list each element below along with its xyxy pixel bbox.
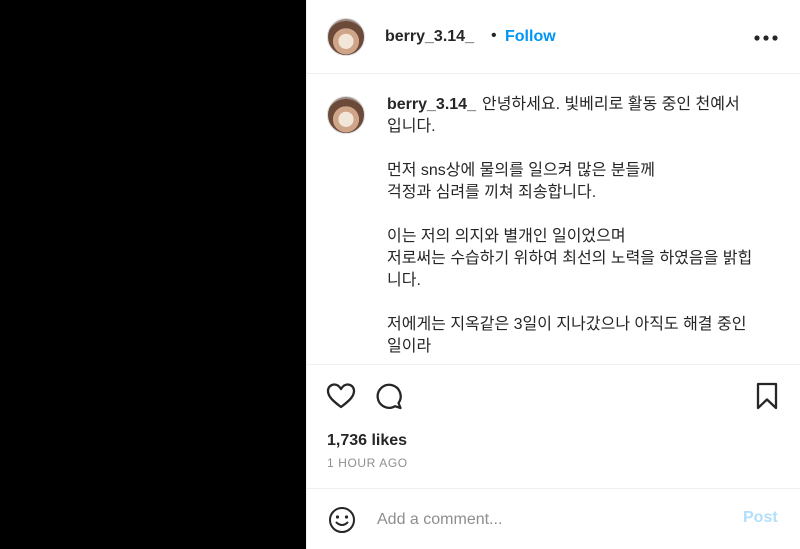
caption-text: 안녕하세요. 빛베리로 활동 중인 천예서 입니다. 먼저 sns상에 물의를 … <box>387 96 753 355</box>
heart-icon[interactable] <box>325 380 357 412</box>
follow-button[interactable]: Follow <box>505 28 556 46</box>
post-timestamp[interactable]: 1 HOUR AGO <box>327 456 408 470</box>
more-options-icon[interactable] <box>751 24 781 52</box>
emoji-icon[interactable] <box>327 505 357 535</box>
post-side-panel: berry_3.14_ • Follow berry_3.14_ 안녕하세요. 빛… <box>306 0 800 549</box>
add-comment-bar: Post <box>307 488 800 549</box>
caption: berry_3.14_ 안녕하세요. 빛베리로 활동 중인 천예서 입니다. 먼저… <box>387 94 779 358</box>
comment-input[interactable] <box>375 507 719 533</box>
avatar[interactable] <box>327 18 365 56</box>
separator-dot: • <box>491 27 497 44</box>
comment-icon[interactable] <box>373 380 405 412</box>
post-media[interactable] <box>0 0 306 549</box>
comments-area[interactable]: berry_3.14_ 안녕하세요. 빛베리로 활동 중인 천예서 입니다. 먼저… <box>307 74 800 364</box>
action-bar <box>307 364 800 428</box>
post-comment-button[interactable]: Post <box>743 509 778 527</box>
caption-username[interactable]: berry_3.14_ <box>387 96 476 113</box>
caption-avatar[interactable] <box>327 96 365 134</box>
likes-count[interactable]: 1,736 likes <box>327 432 407 450</box>
post-header: berry_3.14_ • Follow <box>307 0 800 74</box>
username-link[interactable]: berry_3.14_ <box>385 28 474 46</box>
bookmark-icon[interactable] <box>751 380 783 412</box>
